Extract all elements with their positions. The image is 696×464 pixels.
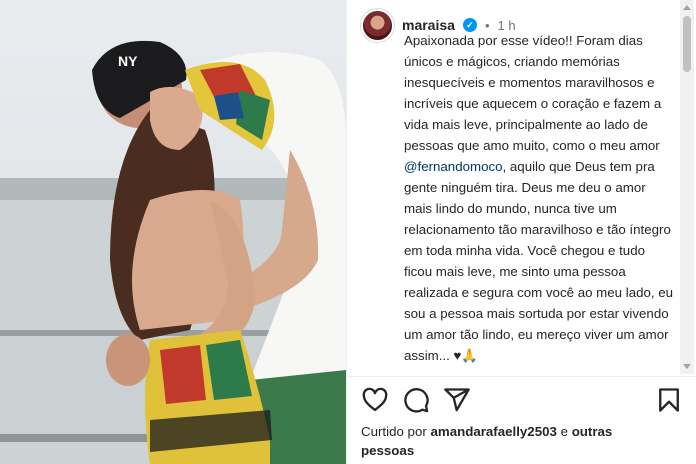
comment-icon xyxy=(404,388,429,413)
mention-link[interactable]: @fernandomoco xyxy=(404,159,503,174)
action-bar xyxy=(361,386,683,416)
scroll-down-arrow-icon[interactable] xyxy=(683,364,691,369)
post-photo: NY xyxy=(0,0,346,464)
post-caption: Apaixonada por esse vídeo!! Foram dias ú… xyxy=(404,30,676,375)
divider xyxy=(347,376,696,377)
couple-photo-illustration: NY xyxy=(0,40,346,464)
liked-by-user-link[interactable]: amandarafaelly2503 xyxy=(430,424,556,439)
heart-icon xyxy=(362,387,388,412)
caption-scrollbar[interactable] xyxy=(680,0,694,374)
caption-text-start: Apaixonada por esse vídeo!! Foram dias ú… xyxy=(404,33,662,153)
likes-summary: Curtido por amandarafaelly2503 e outras … xyxy=(361,422,661,460)
likes-conjunction: e xyxy=(556,424,572,439)
likes-prefix: Curtido por xyxy=(361,424,431,439)
share-button[interactable] xyxy=(443,386,471,414)
comment-button[interactable] xyxy=(402,386,430,414)
avatar[interactable] xyxy=(361,8,394,42)
scrollbar-thumb[interactable] xyxy=(683,16,691,72)
like-button[interactable] xyxy=(361,386,389,414)
scroll-up-arrow-icon[interactable] xyxy=(683,5,691,10)
caption-text-end: , aquilo que Deus tem pra gente ninguém … xyxy=(404,159,674,363)
svg-text:NY: NY xyxy=(118,53,138,69)
save-button[interactable] xyxy=(655,386,683,414)
post-side-panel: maraisa ✓ • 1 h Apaixonada por esse víde… xyxy=(346,0,696,464)
share-icon xyxy=(444,388,470,412)
bookmark-icon xyxy=(659,388,679,412)
